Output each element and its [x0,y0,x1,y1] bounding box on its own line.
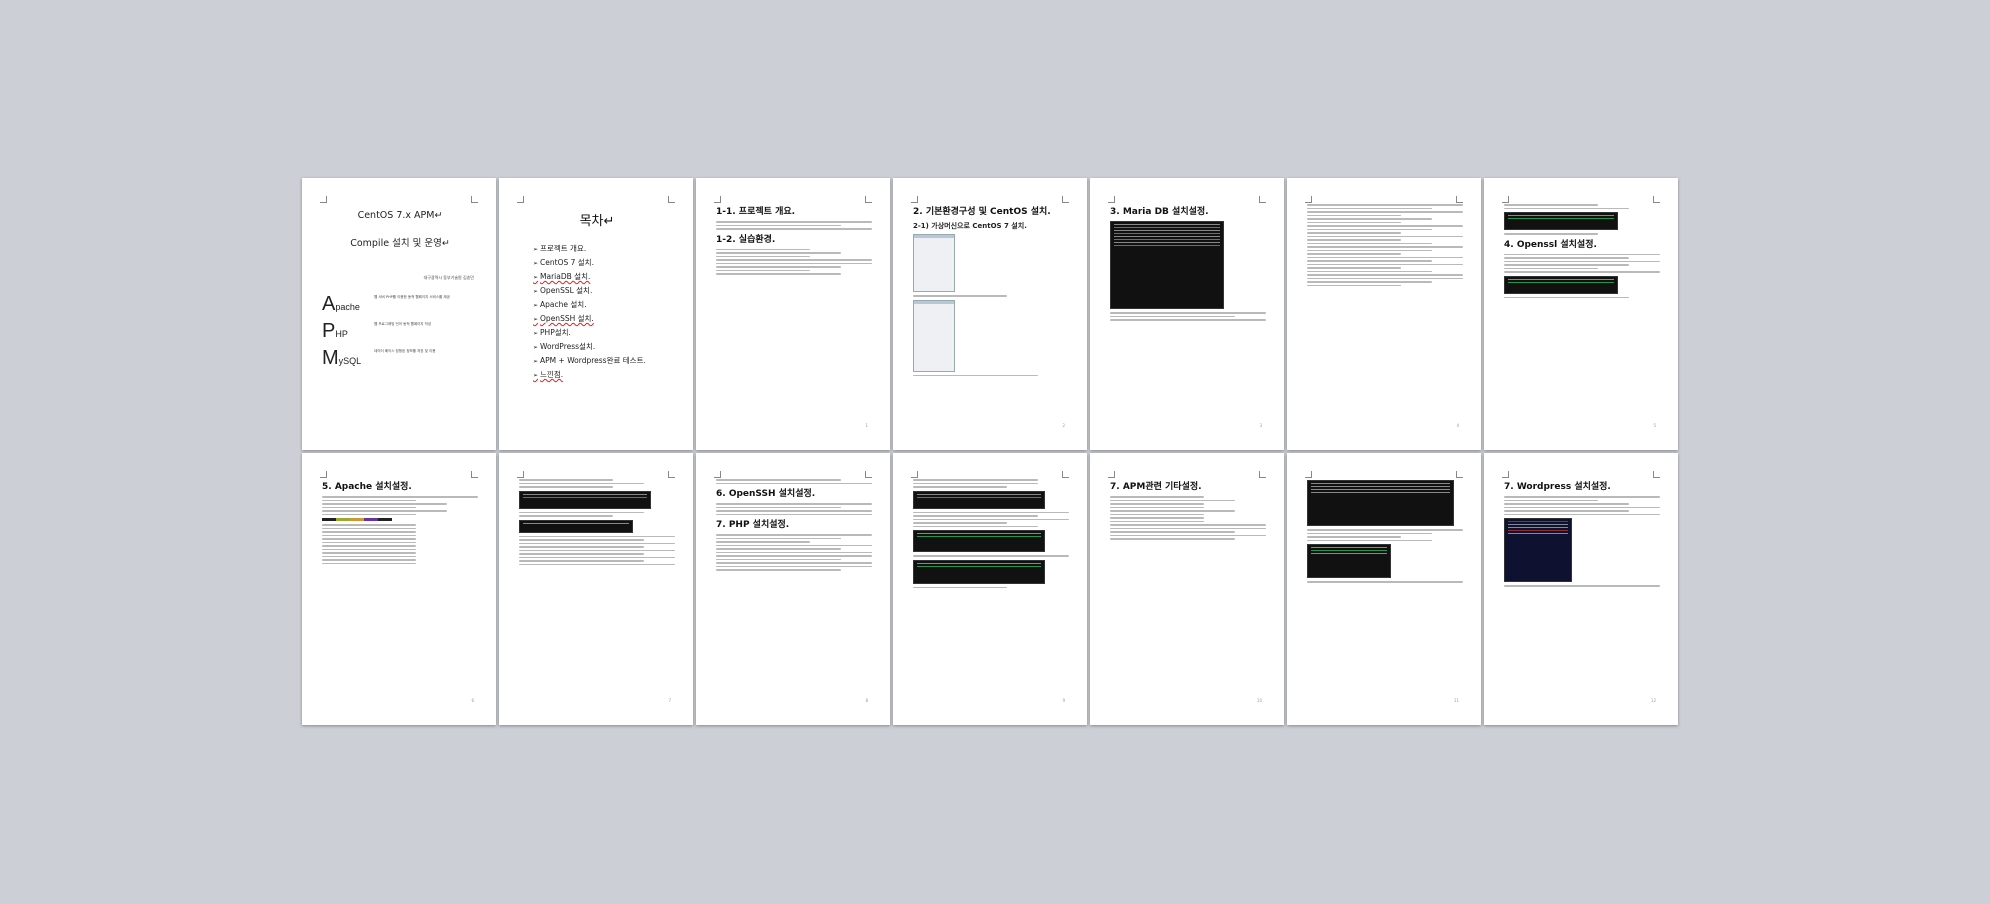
toc-item[interactable]: APM + Wordpress완료 테스트. [533,355,675,366]
page-13[interactable]: 11 [1287,453,1481,725]
toc-item[interactable]: 느낀점. [533,369,675,380]
toc-item[interactable]: CentOS 7 설치. [533,257,675,268]
stack-apache: Apache 웹 서버 PHP를 이용한 동적 웹페이지 서비스를 제공 [322,293,450,315]
section-heading: 7. Wordpress 설치설정. [1504,482,1611,492]
page-9[interactable]: 7 [499,453,693,725]
section-heading: 6. OpenSSH 설치설정. [716,489,816,499]
toc-item[interactable]: PHP설치. [533,327,675,338]
stack-php: PHP 웹 프로그래밍 언어 동적 웹페이지 작성 [322,320,432,342]
page-thumbnail-grid: CentOS 7.x APM↵ Compile 설치 및 운영↵ 대구광역시 동… [300,176,1680,727]
toc-item[interactable]: WordPress설치. [533,341,675,352]
terminal-screenshot [913,490,1045,509]
terminal-screenshot [519,490,651,509]
terminal-screenshot [1504,212,1618,230]
apm-stack: Apache 웹 서버 PHP를 이용한 동적 웹페이지 서비스를 제공 PHP… [322,293,478,370]
toc-item[interactable]: 프로젝트 개요. [533,243,675,254]
toc-item[interactable]: OpenSSH 설치. [533,313,675,324]
terminal-screenshot [1307,480,1454,526]
subsection-heading: 2-1) 가상머신으로 CentOS 7 설치. [913,222,1027,230]
page-12[interactable]: 7. APM관련 기타설정. 10 [1090,453,1284,725]
toc-item[interactable]: OpenSSL 설치. [533,285,675,296]
toc-item[interactable]: MariaDB 설치. [533,271,675,282]
terminal-screenshot [913,530,1045,552]
terminal-screenshot [1504,518,1572,582]
author: 대구광역시 동부기술원 김송민 [423,275,474,280]
screenshot-dialog [913,234,955,292]
section-heading: 5. Apache 설치설정. [322,482,412,492]
page-7[interactable]: 4. Openssl 설치설정. 5 [1484,178,1678,450]
section-heading: 3. Maria DB 설치설정. [1110,207,1209,217]
section-heading: 7. PHP 설치설정. [716,520,790,530]
terminal-screenshot [1504,275,1618,294]
page-1[interactable]: CentOS 7.x APM↵ Compile 설치 및 운영↵ 대구광역시 동… [302,178,496,450]
page-10[interactable]: 6. OpenSSH 설치설정. 7. PHP 설치설정. 8 [696,453,890,725]
page-5[interactable]: 3. Maria DB 설치설정. 3 [1090,178,1284,450]
page-4[interactable]: 2. 기본환경구성 및 CentOS 설치. 2-1) 가상머신으로 CentO… [893,178,1087,450]
section-heading: 1-1. 프로젝트 개요. [716,207,796,217]
terminal-screenshot [519,519,633,533]
section-heading: 1-2. 실습환경. [716,234,776,245]
screenshot-dialog [913,299,955,372]
toc-item[interactable]: Apache 설치. [533,299,675,310]
page-2[interactable]: 목차↵ 프로젝트 개요. CentOS 7 설치. MariaDB 설치. Op… [499,178,693,450]
section-heading: 2. 기본환경구성 및 CentOS 설치. [913,207,1051,217]
terminal-screenshot [1307,544,1391,578]
page-3[interactable]: 1-1. 프로젝트 개요. 1-2. 실습환경. 1 [696,178,890,450]
document-subtitle: Compile 설치 및 운영↵ [350,238,450,249]
terminal-screenshot [913,559,1045,584]
stack-mysql: MySQL 데이터 베이스 정형된 정보를 저장 및 이용 [322,347,436,369]
page-11[interactable]: 9 [893,453,1087,725]
section-heading: 7. APM관련 기타설정. [1110,482,1202,492]
section-heading: 4. Openssl 설치설정. [1504,239,1597,250]
toc-title: 목차↵ [579,214,615,229]
terminal-screenshot [1110,221,1224,309]
document-title: CentOS 7.x APM↵ [357,210,443,221]
page-14[interactable]: 7. Wordpress 설치설정. 12 [1484,453,1678,725]
page-8[interactable]: 5. Apache 설치설정. 6 [302,453,496,725]
page-6[interactable]: 4 [1287,178,1481,450]
